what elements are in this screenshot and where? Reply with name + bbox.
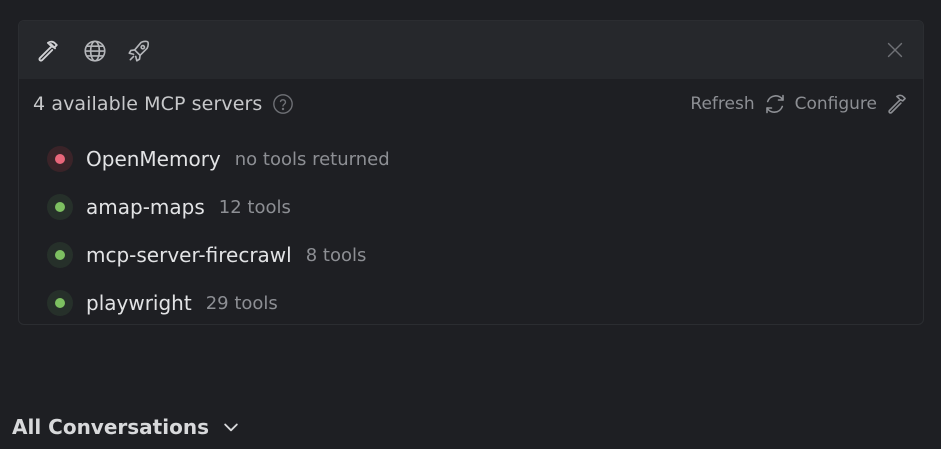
close-button[interactable] <box>883 38 907 62</box>
server-name: amap-maps <box>86 195 205 219</box>
server-row-amap-maps[interactable]: amap-maps 12 tools <box>47 183 390 231</box>
mcp-header: 4 available MCP servers Refresh Configur… <box>33 91 909 117</box>
refresh-icon[interactable] <box>763 92 787 116</box>
server-tool-count: no tools returned <box>234 148 390 170</box>
status-ok-indicator <box>47 194 73 220</box>
server-list: OpenMemory no tools returned amap-maps 1… <box>47 135 390 324</box>
server-tool-count: 29 tools <box>205 292 278 314</box>
server-tool-count: 8 tools <box>305 244 367 266</box>
server-name: playwright <box>86 291 192 315</box>
status-error-indicator <box>47 146 73 172</box>
all-conversations-label: All Conversations <box>12 415 209 439</box>
refresh-button[interactable]: Refresh <box>690 94 754 114</box>
server-name: mcp-server-firecrawl <box>86 243 292 267</box>
hammer-icon[interactable] <box>35 38 61 64</box>
server-row-playwright[interactable]: playwright 29 tools <box>47 279 390 324</box>
all-conversations-dropdown[interactable]: All Conversations <box>12 415 241 439</box>
rocket-icon[interactable] <box>126 38 152 64</box>
close-icon <box>887 42 903 58</box>
server-name: OpenMemory <box>86 147 221 171</box>
configure-button[interactable]: Configure <box>795 94 877 114</box>
server-row-mcp-server-firecrawl[interactable]: mcp-server-firecrawl 8 tools <box>47 231 390 279</box>
question-icon[interactable] <box>272 93 294 115</box>
panel-toolbar <box>19 21 923 79</box>
server-tool-count: 12 tools <box>218 196 291 218</box>
configure-hammer-icon[interactable] <box>885 92 909 116</box>
mcp-actions: Refresh Configure <box>690 92 909 116</box>
status-ok-indicator <box>47 290 73 316</box>
mcp-title: 4 available MCP servers <box>33 93 263 115</box>
chevron-down-icon <box>224 423 238 432</box>
server-row-openmemory[interactable]: OpenMemory no tools returned <box>47 135 390 183</box>
globe-icon[interactable] <box>82 38 108 64</box>
status-ok-indicator <box>47 242 73 268</box>
mcp-panel: 4 available MCP servers Refresh Configur… <box>18 20 924 325</box>
